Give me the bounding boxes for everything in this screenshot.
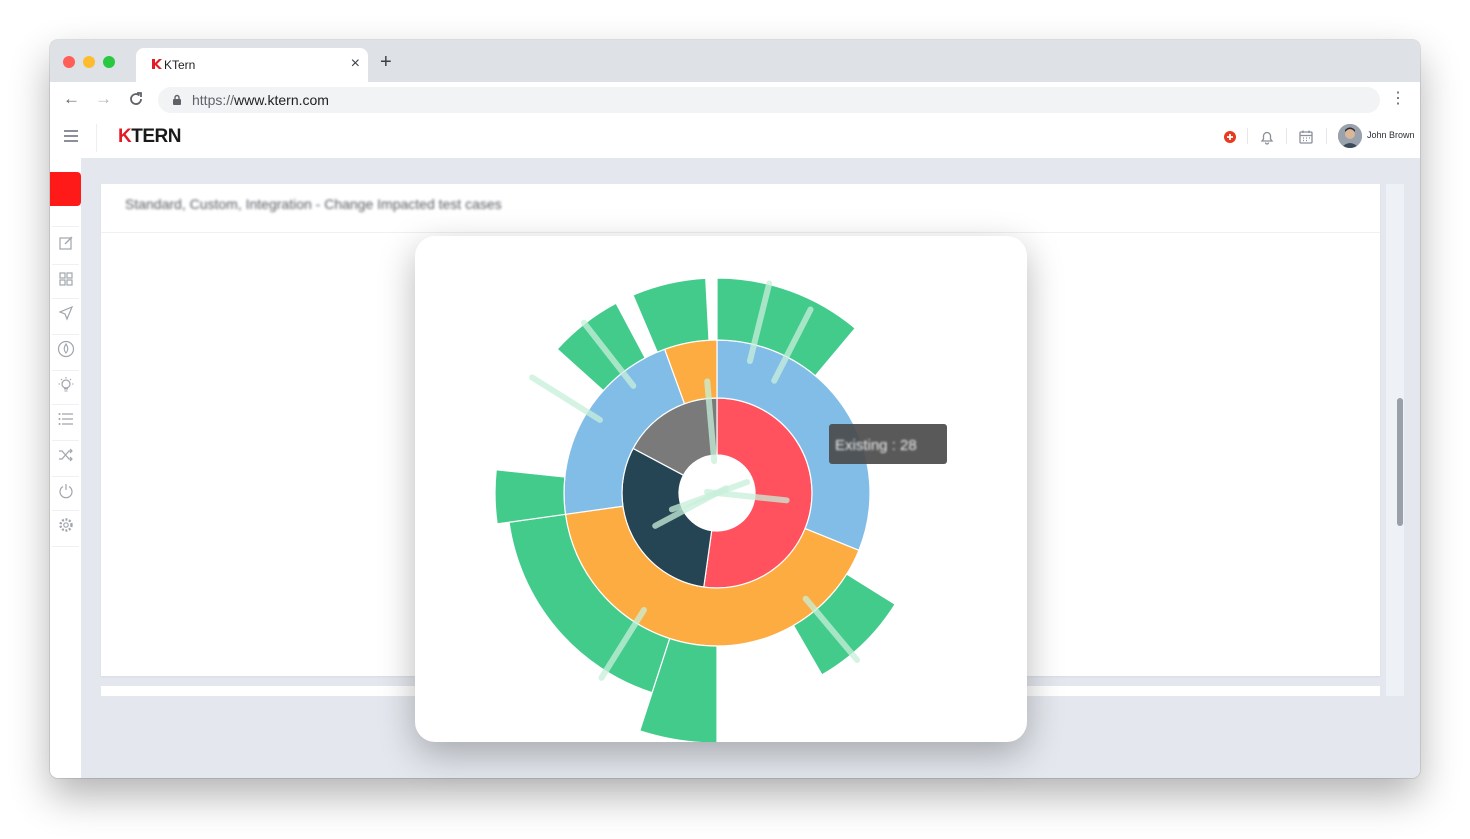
bulb-icon[interactable]: [57, 376, 75, 394]
sidebar-divider: [52, 334, 79, 335]
add-circle-icon[interactable]: [1220, 127, 1240, 147]
close-tab-icon[interactable]: ×: [351, 55, 360, 73]
edit-icon[interactable]: [57, 234, 75, 252]
url-scheme: https://: [192, 92, 235, 108]
ktern-logo[interactable]: KTERN: [118, 126, 181, 148]
power-icon[interactable]: [57, 482, 75, 500]
reload-icon[interactable]: [128, 91, 144, 107]
browser-menu-icon[interactable]: ⋮: [1390, 90, 1406, 108]
url-host: www.ktern.com: [234, 92, 329, 108]
user-name[interactable]: John Brown: [1367, 130, 1415, 140]
ktern-favicon-icon: [152, 59, 162, 69]
sidebar-divider: [52, 440, 79, 441]
sidebar-divider: [52, 370, 79, 371]
browser-tab[interactable]: KTern ×: [136, 48, 368, 82]
avatar[interactable]: [1338, 124, 1362, 148]
close-window-button[interactable]: [63, 56, 75, 68]
sidebar: [50, 158, 82, 778]
grid-icon[interactable]: [57, 270, 75, 288]
tab-bar: KTern × +: [50, 40, 1420, 82]
back-button[interactable]: ←: [63, 89, 80, 109]
minimize-window-button[interactable]: [83, 56, 95, 68]
url-text: https://www.ktern.com: [192, 92, 329, 108]
card-title: Standard, Custom, Integration - Change I…: [125, 196, 502, 212]
settings-icon[interactable]: [57, 516, 75, 534]
segment-label-ribbon: [529, 374, 603, 423]
new-tab-button[interactable]: +: [380, 52, 392, 72]
sidebar-divider: [52, 226, 79, 227]
sunburst-chart: Existing : 28: [494, 277, 947, 742]
header-separator: [1286, 128, 1287, 144]
shuffle-icon[interactable]: [57, 446, 75, 464]
hamburger-menu-icon[interactable]: [64, 130, 78, 142]
chart-modal: Existing : 28: [415, 236, 1027, 742]
forward-button[interactable]: →: [95, 89, 112, 109]
maximize-window-button[interactable]: [103, 56, 115, 68]
url-input[interactable]: https://www.ktern.com: [158, 87, 1380, 113]
address-bar: ← → https://www.ktern.com ⋮: [50, 82, 1420, 119]
outer-slice-green: [494, 469, 567, 525]
send-icon[interactable]: [57, 304, 75, 322]
sidebar-divider: [52, 264, 79, 265]
sidebar-active-indicator[interactable]: [50, 172, 81, 206]
sidebar-divider: [52, 546, 79, 547]
header-separator: [1326, 128, 1327, 144]
calendar-icon[interactable]: [1296, 127, 1316, 147]
tooltip-text: Existing : 28: [835, 437, 917, 454]
list-icon[interactable]: [57, 410, 75, 428]
lock-icon: [173, 94, 181, 105]
header-divider: [96, 124, 97, 152]
scrollbar-thumb[interactable]: [1397, 398, 1403, 526]
sidebar-divider: [52, 476, 79, 477]
sidebar-divider: [52, 404, 79, 405]
drop-icon[interactable]: [57, 340, 75, 358]
card-divider: [101, 232, 1380, 233]
sidebar-divider: [52, 510, 79, 511]
bell-icon[interactable]: [1257, 127, 1277, 147]
sidebar-divider: [52, 298, 79, 299]
header-separator: [1247, 128, 1248, 144]
app-header: KTERN John Brown: [50, 118, 1420, 159]
tab-title: KTern: [164, 58, 196, 72]
outer-slice-green: [632, 277, 710, 353]
